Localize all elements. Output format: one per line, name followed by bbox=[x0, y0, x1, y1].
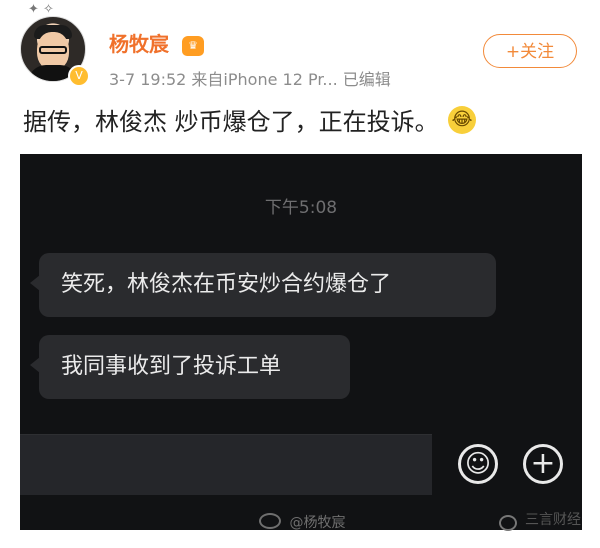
watermark-text: @杨牧宸 bbox=[289, 515, 346, 531]
emoji-icon[interactable]: ☺ bbox=[458, 444, 498, 484]
verified-icon: V bbox=[68, 65, 90, 87]
chat-input-field[interactable] bbox=[20, 435, 432, 495]
author-name[interactable]: 杨牧宸 bbox=[109, 32, 169, 56]
chat-message-2: 我同事收到了投诉工单 bbox=[30, 335, 350, 399]
avatar-decoration-icon: ✦ ✧ bbox=[28, 2, 54, 17]
follow-button[interactable]: +关注 bbox=[483, 34, 577, 68]
weibo-watermark: @杨牧宸 bbox=[259, 512, 345, 532]
chat-input-bar[interactable] bbox=[20, 434, 432, 495]
crown-icon: ♛ bbox=[182, 36, 204, 56]
brand-logo-icon bbox=[499, 515, 517, 531]
chat-timestamp: 下午5:08 bbox=[264, 198, 338, 218]
weibo-icon bbox=[259, 513, 281, 529]
plus-icon[interactable]: + bbox=[523, 444, 563, 484]
post-text: 据传，林俊杰 炒币爆仓了，正在投诉。 bbox=[23, 108, 439, 136]
post-meta: 3-7 19:52 来自iPhone 12 Pr... 已编辑 bbox=[109, 70, 391, 89]
brand-text: 三言财经 bbox=[525, 512, 581, 528]
chat-screenshot: 下午5:08 笑死，林俊杰在币安炒合约爆仓了 我同事收到了投诉工单 ☺ + bbox=[20, 154, 582, 530]
avatar-area: ✦ ✧ V bbox=[20, 2, 96, 87]
laugh-cry-emoji-icon: 😂 bbox=[448, 106, 476, 134]
chat-message-1: 笑死，林俊杰在币安炒合约爆仓了 bbox=[30, 253, 496, 317]
avatar-glasses-icon bbox=[39, 46, 67, 54]
